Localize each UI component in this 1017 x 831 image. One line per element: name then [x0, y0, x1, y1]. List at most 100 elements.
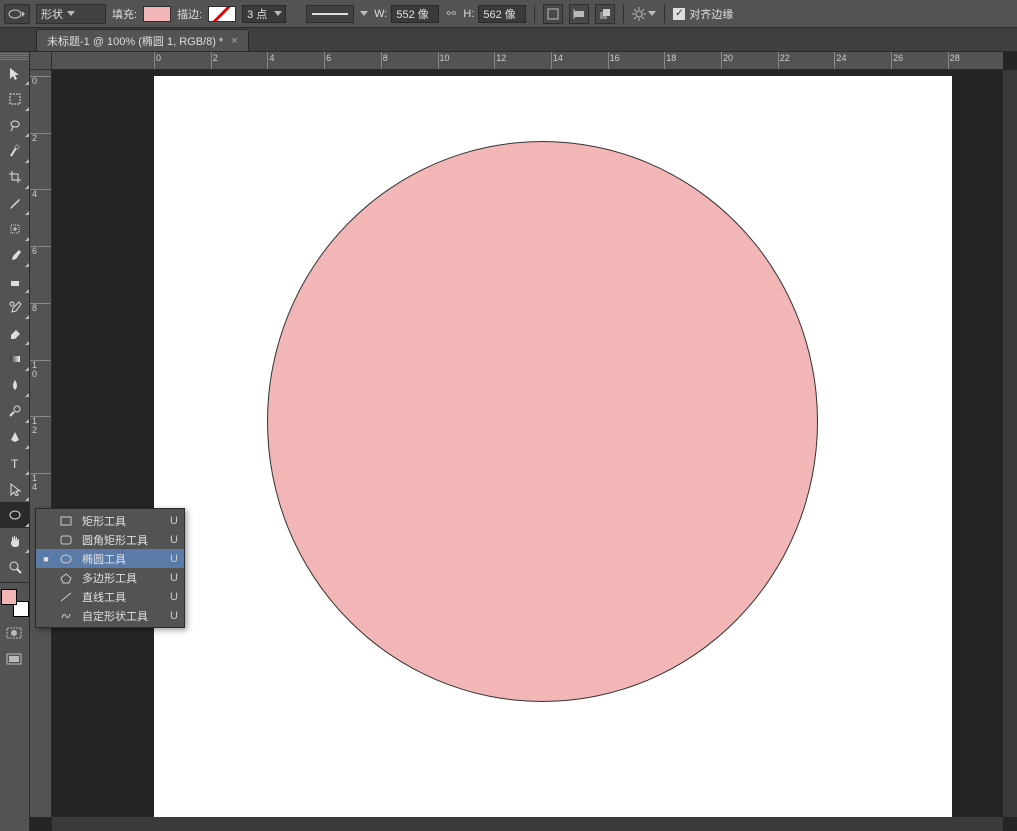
blur-tool[interactable]	[0, 372, 30, 398]
path-alignment-button[interactable]	[569, 4, 589, 24]
ruler-tick-label: 4	[269, 53, 274, 63]
ruler-origin[interactable]	[30, 52, 52, 70]
ruler-tick-label: 0	[32, 77, 42, 86]
flyout-shortcut: U	[170, 553, 178, 565]
horizontal-scrollbar[interactable]	[52, 817, 1003, 831]
type-tool[interactable]: T	[0, 450, 30, 476]
eyedropper-tool[interactable]	[0, 190, 30, 216]
horizontal-ruler[interactable]: 024681012141618202224262830	[52, 52, 1003, 70]
path-select-tool[interactable]	[0, 476, 30, 502]
flyout-item-rect[interactable]: 矩形工具U	[36, 511, 184, 530]
caret-icon	[274, 11, 282, 16]
close-icon[interactable]: ×	[231, 35, 237, 47]
marquee-tool[interactable]	[0, 86, 30, 112]
align-edges-label: 对齐边缘	[689, 6, 733, 22]
caret-icon	[360, 11, 368, 16]
stroke-swatch[interactable]	[208, 6, 236, 22]
selected-mark-icon: ■	[42, 554, 50, 564]
ruler-tick-label: 10	[440, 53, 450, 63]
roundrect-icon	[58, 533, 74, 547]
eraser-tool[interactable]	[0, 320, 30, 346]
crop-tool[interactable]	[0, 164, 30, 190]
flyout-label: 多边形工具	[82, 570, 162, 586]
tool-options-gear[interactable]	[632, 7, 656, 21]
flyout-label: 椭圆工具	[82, 551, 162, 567]
align-edges-checkbox[interactable]: ✓ 对齐边缘	[673, 6, 733, 22]
stroke-style-dropdown[interactable]	[306, 5, 354, 23]
fill-swatch[interactable]	[143, 6, 171, 22]
checkbox-icon: ✓	[673, 8, 685, 20]
canvas-area: 024681012141618202224262830 02468101214 …	[30, 52, 1017, 831]
ruler-tick-label: 12	[496, 53, 506, 63]
vertical-ruler[interactable]: 02468101214	[30, 70, 52, 817]
ruler-tick-label: 20	[723, 53, 733, 63]
shape-mode-dropdown[interactable]: 形状	[36, 4, 106, 24]
gradient-tool[interactable]	[0, 346, 30, 372]
flyout-label: 自定形状工具	[82, 608, 162, 624]
color-swatches[interactable]	[1, 589, 29, 617]
ruler-tick-label: 2	[213, 53, 218, 63]
options-bar: 形状 填充: 描边: W: ⚯ H: ✓ 对齐边缘	[0, 0, 1017, 28]
foreground-swatch[interactable]	[1, 589, 17, 605]
path-arrangement-button[interactable]	[595, 4, 615, 24]
polygon-icon	[58, 571, 74, 585]
ruler-tick-label: 22	[780, 53, 790, 63]
ruler-tick-label: 14	[553, 53, 563, 63]
link-wh-icon[interactable]: ⚯	[443, 7, 459, 20]
flyout-shortcut: U	[170, 572, 178, 584]
ruler-tick-label: 12	[32, 417, 42, 435]
flyout-item-roundrect[interactable]: 圆角矩形工具U	[36, 530, 184, 549]
history-brush-tool[interactable]	[0, 294, 30, 320]
ruler-tick-label: 16	[610, 53, 620, 63]
brush-tool[interactable]	[0, 242, 30, 268]
clone-stamp-tool[interactable]	[0, 268, 30, 294]
flyout-item-custom[interactable]: 自定形状工具 U	[36, 606, 184, 625]
dodge-tool[interactable]	[0, 398, 30, 424]
move-tool[interactable]	[0, 60, 30, 86]
line-icon	[58, 590, 74, 604]
caret-icon	[67, 11, 75, 16]
separator	[534, 5, 535, 23]
quick-select-tool[interactable]	[0, 138, 30, 164]
canvas-viewport[interactable]	[52, 70, 1003, 817]
ruler-tick-label: 28	[950, 53, 960, 63]
healing-brush-tool[interactable]	[0, 216, 30, 242]
ellipse-shape[interactable]	[267, 141, 818, 702]
stroke-label: 描边:	[177, 6, 202, 22]
flyout-shortcut: U	[170, 610, 178, 622]
shape-tool-flyout: 矩形工具U圆角矩形工具U ■ 椭圆工具 U 多边形工具 U 直线工具U 自定形状工具 U	[35, 508, 185, 628]
vertical-scrollbar[interactable]	[1003, 70, 1017, 817]
ruler-tick-label: 6	[32, 247, 42, 256]
width-input[interactable]	[391, 5, 439, 23]
document-tab[interactable]: 未标题-1 @ 100% (椭圆 1, RGB/8) * ×	[36, 29, 249, 51]
zoom-tool[interactable]	[0, 554, 30, 580]
stroke-line-preview	[312, 13, 348, 15]
flyout-item-line[interactable]: 直线工具U	[36, 587, 184, 606]
document-tab-bar: 未标题-1 @ 100% (椭圆 1, RGB/8) * ×	[0, 28, 1017, 52]
toolbox-grip[interactable]	[0, 52, 29, 60]
quick-mask-button[interactable]	[0, 623, 28, 643]
ruler-tick-label: 10	[32, 361, 42, 379]
shape-tool[interactable]	[0, 502, 30, 528]
screen-mode-button[interactable]	[0, 649, 28, 669]
stroke-weight-field[interactable]	[242, 5, 300, 23]
ellipse-icon	[58, 552, 74, 566]
pen-tool[interactable]	[0, 424, 30, 450]
flyout-label: 直线工具	[82, 589, 162, 605]
hand-tool[interactable]	[0, 528, 30, 554]
ruler-tick-label: 8	[32, 304, 42, 313]
width-height-group: W: ⚯ H:	[374, 5, 526, 23]
ruler-tick-label: 4	[32, 190, 42, 199]
flyout-item-polygon[interactable]: 多边形工具 U	[36, 568, 184, 587]
ruler-tick-label: 18	[666, 53, 676, 63]
height-input[interactable]	[478, 5, 526, 23]
path-operations-button[interactable]	[543, 4, 563, 24]
document-canvas[interactable]	[154, 76, 952, 817]
fill-label: 填充:	[112, 6, 137, 22]
tool-preset-button[interactable]	[4, 4, 30, 24]
flyout-item-ellipse[interactable]: ■ 椭圆工具 U	[36, 549, 184, 568]
lasso-tool[interactable]	[0, 112, 30, 138]
flyout-label: 矩形工具	[82, 513, 162, 529]
ruler-tick-label: 8	[383, 53, 388, 63]
separator	[623, 5, 624, 23]
